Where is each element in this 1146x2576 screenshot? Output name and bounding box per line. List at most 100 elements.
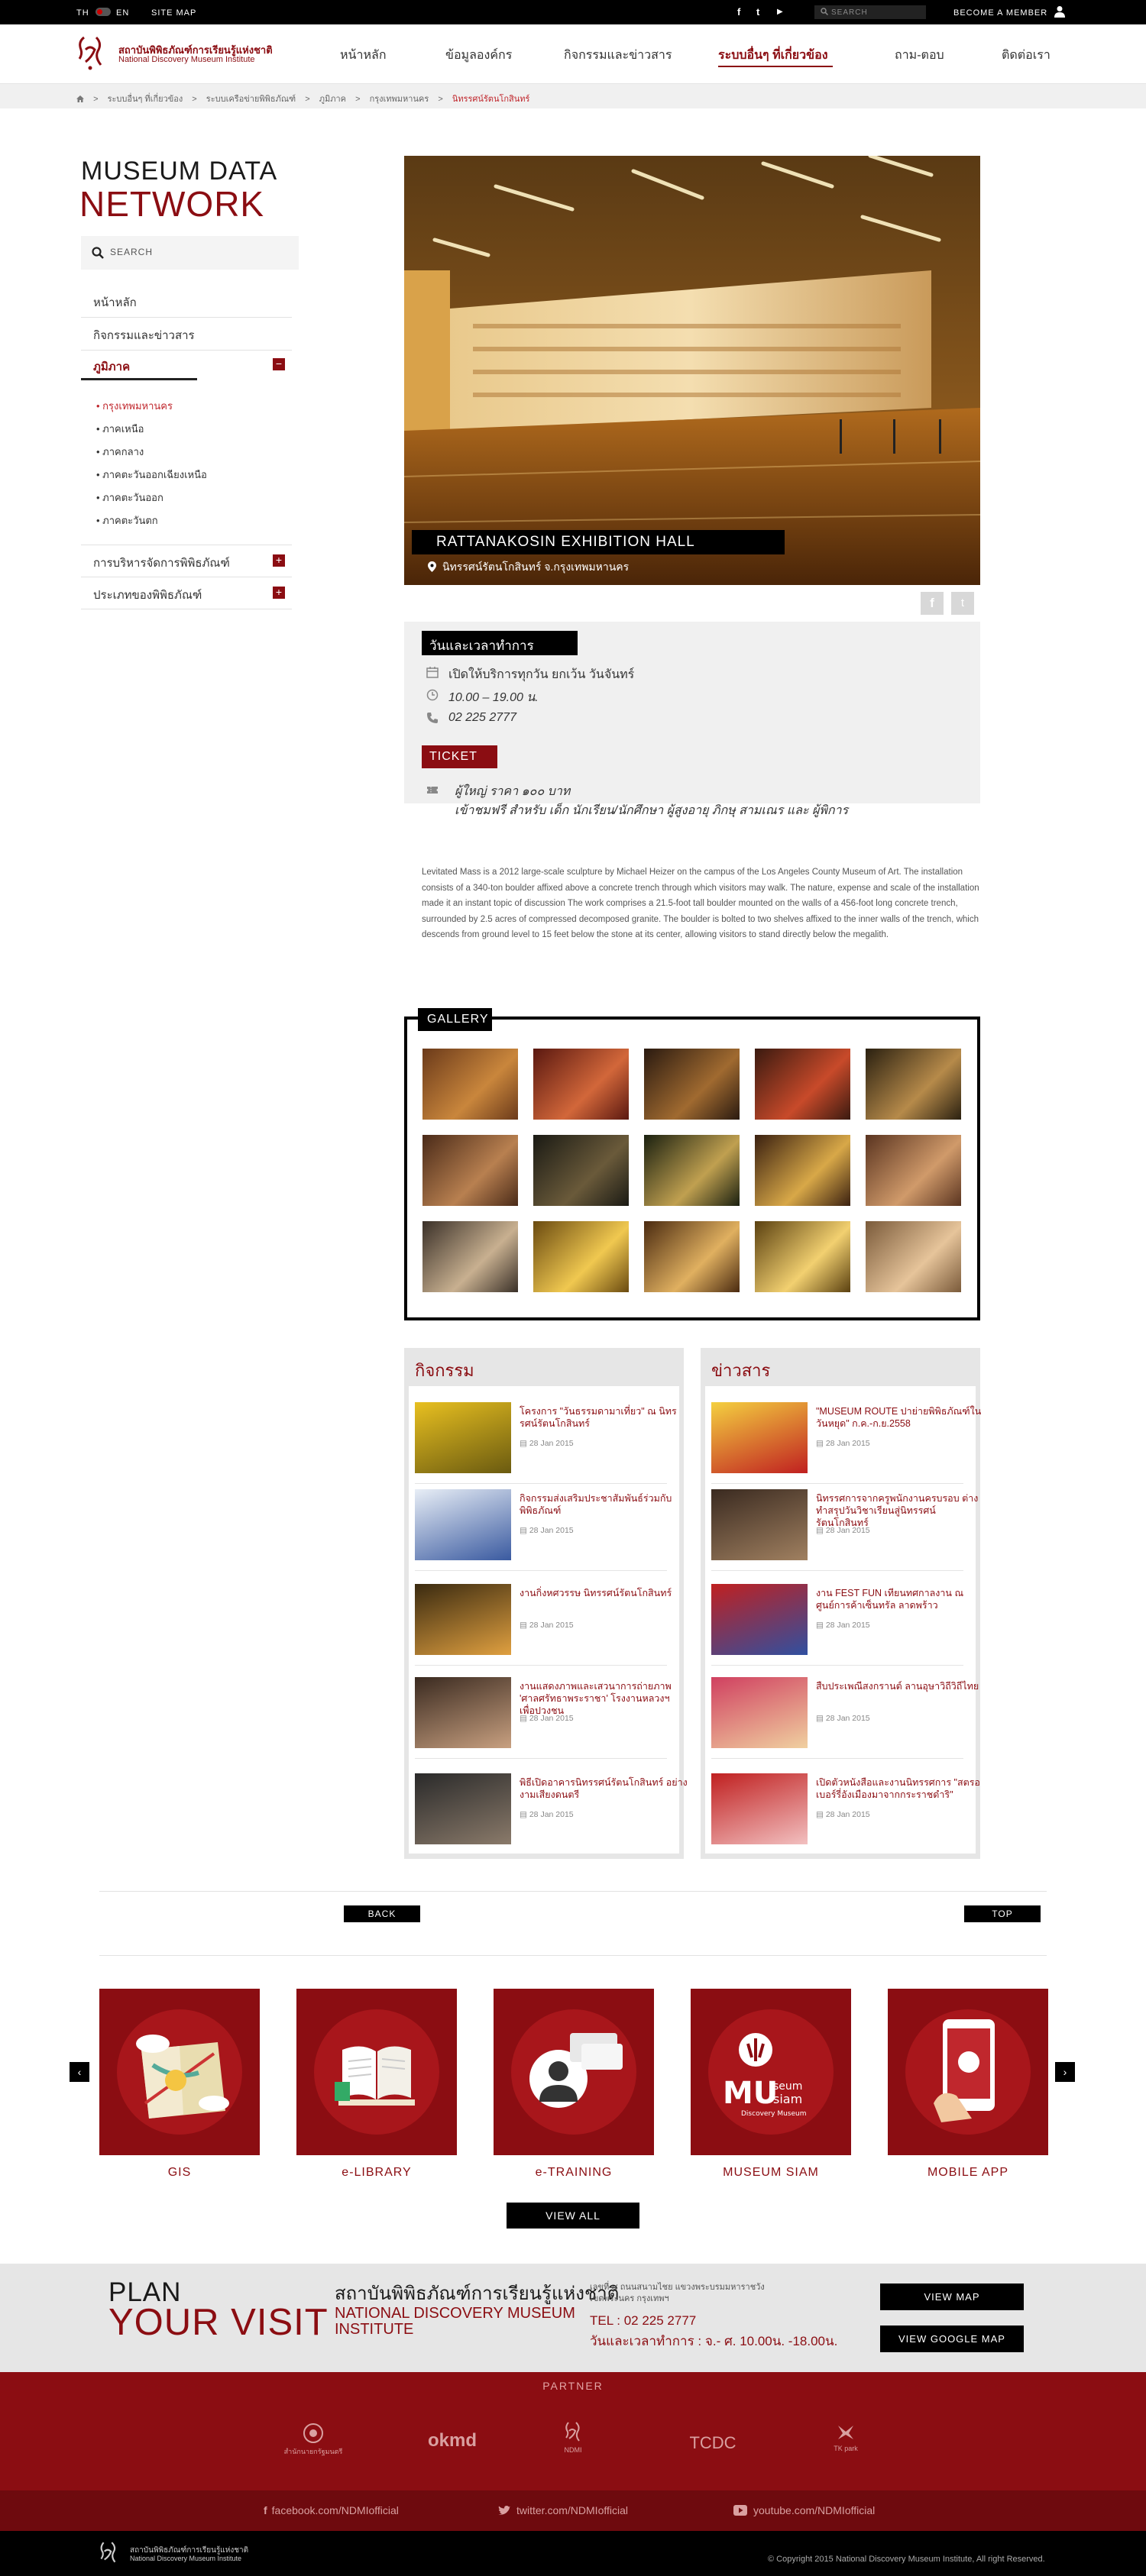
sidebar-sub-item-west[interactable]: • ภาคตะวันตก bbox=[96, 512, 158, 528]
service-gis-tile[interactable] bbox=[99, 1989, 260, 2155]
sidebar-sub-item-east[interactable]: • ภาคตะวันออก bbox=[96, 490, 163, 506]
partner-logo-tkpark[interactable]: TK park bbox=[808, 2422, 884, 2452]
gallery-thumbnail[interactable] bbox=[422, 1221, 518, 1292]
gallery-thumbnail[interactable] bbox=[533, 1135, 629, 1206]
carousel-next-icon[interactable]: › bbox=[1055, 2062, 1075, 2082]
service-etraining-tile[interactable] bbox=[494, 1989, 654, 2155]
partner-logo-ndmi[interactable]: NDMI bbox=[535, 2421, 611, 2454]
news-thumbnail[interactable] bbox=[711, 1489, 808, 1560]
top-button[interactable]: TOP bbox=[964, 1905, 1041, 1922]
gallery-thumbnail[interactable] bbox=[866, 1135, 961, 1206]
activity-thumbnail[interactable] bbox=[415, 1489, 511, 1560]
language-switch[interactable]: TH bbox=[76, 8, 89, 18]
news-thumbnail[interactable] bbox=[711, 1584, 808, 1655]
lang-th[interactable]: TH bbox=[76, 8, 89, 18]
service-label-mobile-app[interactable]: MOBILE APP bbox=[888, 2166, 1048, 2180]
nav-contact[interactable]: ติดต่อเรา bbox=[1002, 46, 1050, 65]
sidebar-sub-item-northeast[interactable]: • ภาคตะวันออกเฉียงเหนือ bbox=[96, 467, 207, 483]
activity-title[interactable]: งานแสดงภาพและเสวนาการถ่ายภาพ 'ศาลศรัทธาพ… bbox=[520, 1680, 688, 1717]
nav-related-systems[interactable]: ระบบอื่นๆ ที่เกี่ยวข้อง bbox=[718, 46, 828, 65]
gallery-thumbnail[interactable] bbox=[422, 1049, 518, 1120]
activity-thumbnail[interactable] bbox=[415, 1677, 511, 1748]
back-button[interactable]: BACK bbox=[344, 1905, 420, 1922]
youtube-icon[interactable]: ▶ bbox=[777, 8, 783, 16]
top-search-input[interactable]: SEARCH bbox=[814, 5, 926, 19]
sidebar-item-home[interactable]: หน้าหลัก bbox=[93, 293, 137, 312]
service-museum-siam-tile[interactable]: MU seum siam Discovery Museum bbox=[691, 1989, 851, 2155]
nav-faq[interactable]: ถาม-ตอบ bbox=[895, 46, 944, 65]
news-thumbnail[interactable] bbox=[711, 1402, 808, 1473]
activity-thumbnail[interactable] bbox=[415, 1584, 511, 1655]
activity-title[interactable]: งานกิ่งหศวรรษ นิทรรศน์รัตนโกสินทร์ bbox=[520, 1587, 688, 1599]
facebook-icon[interactable]: f bbox=[737, 6, 740, 18]
activity-thumbnail[interactable] bbox=[415, 1402, 511, 1473]
expand-icon[interactable]: + bbox=[273, 587, 285, 599]
breadcrumb-item[interactable]: กรุงเทพมหานคร bbox=[370, 95, 429, 104]
gallery-thumbnail[interactable] bbox=[866, 1221, 961, 1292]
partner-logo-opm[interactable]: สำนักนายกรัฐมนตรี bbox=[275, 2422, 351, 2457]
service-elibrary-tile[interactable] bbox=[296, 1989, 457, 2155]
nav-activities-news[interactable]: กิจกรรมและข่าวสาร bbox=[564, 46, 672, 65]
view-google-map-button[interactable]: VIEW GOOGLE MAP bbox=[880, 2326, 1024, 2352]
plan-tel[interactable]: TEL : 02 225 2777 bbox=[590, 2313, 696, 2329]
twitter-icon[interactable]: t bbox=[756, 6, 759, 18]
gallery-thumbnail[interactable] bbox=[644, 1221, 740, 1292]
partner-logo-tcdc[interactable]: TCDC bbox=[675, 2433, 751, 2453]
breadcrumb-item[interactable]: ภูมิภาค bbox=[319, 95, 346, 104]
nav-home[interactable]: หน้าหลัก bbox=[340, 46, 387, 65]
news-thumbnail[interactable] bbox=[711, 1773, 808, 1844]
service-label-etraining[interactable]: e-TRAINING bbox=[494, 2166, 654, 2180]
service-label-museum-siam[interactable]: MUSEUM SIAM bbox=[691, 2166, 851, 2180]
gallery-thumbnail[interactable] bbox=[533, 1049, 629, 1120]
breadcrumb-item[interactable]: ระบบเครือข่ายพิพิธภัณฑ์ bbox=[206, 95, 296, 104]
home-icon[interactable] bbox=[76, 95, 84, 102]
user-icon[interactable] bbox=[1054, 5, 1065, 18]
phone-number[interactable]: 02 225 2777 bbox=[448, 711, 516, 725]
news-title[interactable]: งาน FEST FUN เทียนทศกาลงาน ณ ศูนย์การค้า… bbox=[816, 1587, 984, 1611]
news-title[interactable]: สืบประเพณีสงกรานต์ ลานอุษาวิถีวิถีไทย bbox=[816, 1680, 984, 1692]
activity-title[interactable]: โครงการ "วันธรรมดามาเที่ยว" ณ นิทรรศน์รั… bbox=[520, 1405, 688, 1430]
gallery-thumbnail[interactable] bbox=[644, 1049, 740, 1120]
gallery-thumbnail[interactable] bbox=[755, 1135, 850, 1206]
gallery-thumbnail[interactable] bbox=[755, 1049, 850, 1120]
logo-text-en[interactable]: National Discovery Museum Institute bbox=[118, 55, 255, 64]
view-all-button[interactable]: VIEW ALL bbox=[507, 2203, 639, 2229]
news-title[interactable]: นิทรรศการจากครูพนักงานครบรอบ ต่างทำสรุปว… bbox=[816, 1492, 984, 1529]
lang-en[interactable]: EN bbox=[116, 8, 129, 18]
carousel-prev-icon[interactable]: ‹ bbox=[70, 2062, 89, 2082]
activity-thumbnail[interactable] bbox=[415, 1773, 511, 1844]
sidebar-sub-item-central[interactable]: • ภาคกลาง bbox=[96, 444, 144, 460]
news-title[interactable]: "MUSEUM ROUTE ปาย่ายพิพิธภัณฑ์ในวันหยุด"… bbox=[816, 1405, 984, 1430]
site-map-link[interactable]: SITE MAP bbox=[151, 8, 196, 18]
sidebar-sub-item-bangkok[interactable]: • กรุงเทพมหานคร bbox=[96, 398, 173, 414]
sidebar-item-region[interactable]: ภูมิภาค bbox=[93, 357, 130, 376]
collapse-icon[interactable]: − bbox=[273, 358, 285, 370]
nav-about[interactable]: ข้อมูลองค์กร bbox=[445, 46, 512, 65]
gallery-thumbnail[interactable] bbox=[644, 1135, 740, 1206]
sidebar-item-museum-management[interactable]: การบริหารจัดการพิพิธภัณฑ์ bbox=[93, 554, 230, 572]
breadcrumb-item[interactable]: ระบบอื่นๆ ที่เกี่ยวข้อง bbox=[108, 95, 183, 104]
sidebar-item-activities[interactable]: กิจกรรมและข่าวสาร bbox=[93, 326, 195, 344]
expand-icon[interactable]: + bbox=[273, 554, 285, 567]
share-twitter-icon[interactable]: t bbox=[951, 592, 974, 615]
share-facebook-icon[interactable]: f bbox=[921, 592, 944, 615]
news-title[interactable]: เปิดตัวหนังสือและงานนิทรรศการ "สตรอเบอร์… bbox=[816, 1776, 984, 1801]
language-toggle[interactable] bbox=[96, 8, 111, 16]
gallery-thumbnail[interactable] bbox=[755, 1221, 850, 1292]
view-map-button[interactable]: VIEW MAP bbox=[880, 2283, 1024, 2310]
service-label-elibrary[interactable]: e-LIBRARY bbox=[296, 2166, 457, 2180]
sidebar-sub-item-north[interactable]: • ภาคเหนือ bbox=[96, 421, 144, 437]
ndmi-logo-icon[interactable] bbox=[75, 34, 107, 71]
service-label-gis[interactable]: GIS bbox=[99, 2166, 260, 2180]
become-member-link[interactable]: BECOME A MEMBER bbox=[953, 8, 1047, 18]
footer-facebook-link[interactable]: f facebook.com/NDMIofficial bbox=[264, 2504, 399, 2516]
gallery-thumbnail[interactable] bbox=[533, 1221, 629, 1292]
sidebar-item-museum-types[interactable]: ประเภทของพิพิธภัณฑ์ bbox=[93, 586, 202, 604]
partner-logo-okmd[interactable]: okmd bbox=[414, 2430, 490, 2452]
activity-title[interactable]: กิจกรรมส่งเสริมประชาสัมพันธ์ร่วมกับพิพิธ… bbox=[520, 1492, 688, 1517]
footer-twitter-link[interactable]: twitter.com/NDMIofficial bbox=[498, 2504, 628, 2516]
sidebar-search-input[interactable]: SEARCH bbox=[81, 236, 299, 270]
gallery-thumbnail[interactable] bbox=[866, 1049, 961, 1120]
activity-title[interactable]: พิธีเปิดอาคารนิทรรศน์รัตนโกสินทร์ อย่างง… bbox=[520, 1776, 688, 1801]
gallery-thumbnail[interactable] bbox=[422, 1135, 518, 1206]
